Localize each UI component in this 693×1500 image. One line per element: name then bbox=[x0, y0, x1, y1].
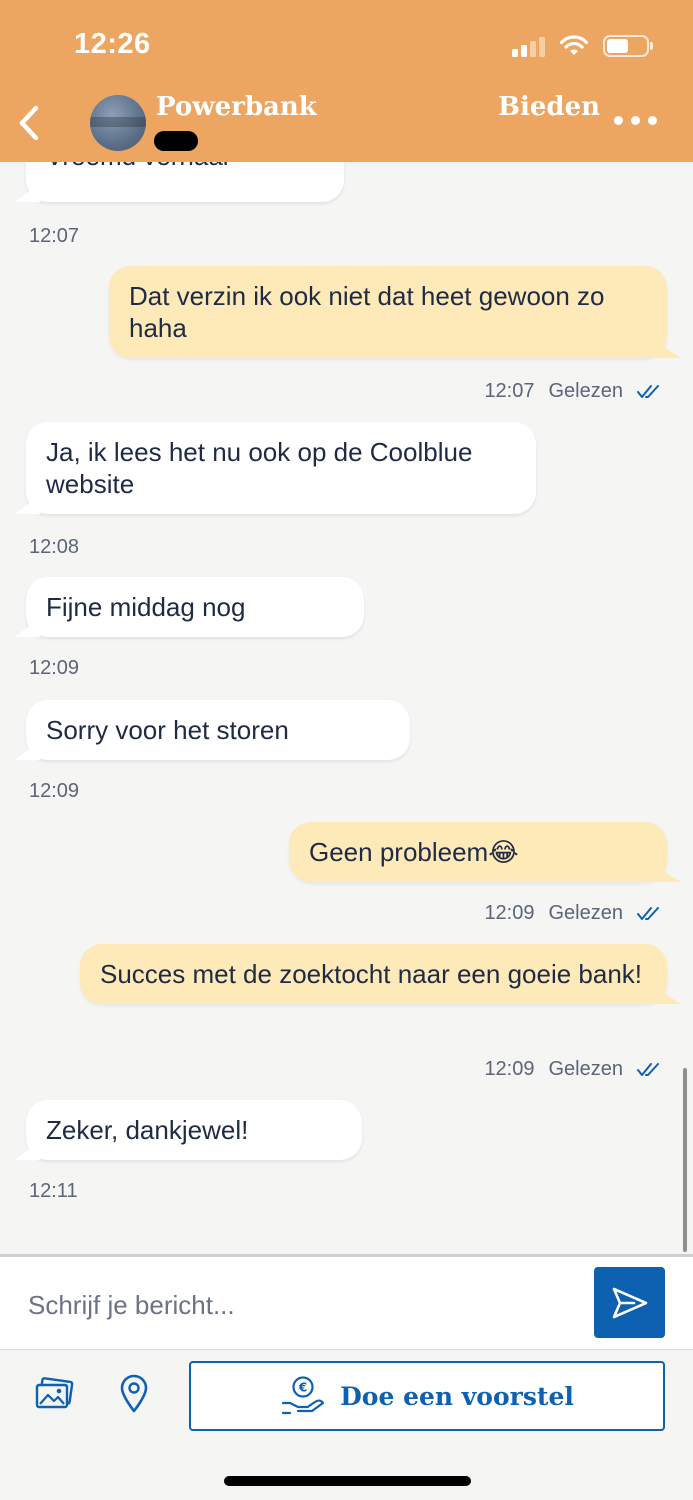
money-hand-icon: € bbox=[282, 1376, 325, 1415]
message-outgoing: Geen probleem😂 bbox=[289, 822, 667, 882]
read-status: Gelezen bbox=[548, 380, 624, 402]
chat-scrollbar[interactable] bbox=[683, 1068, 687, 1252]
status-icons bbox=[512, 32, 653, 60]
read-check-icon bbox=[637, 384, 659, 398]
message-text: Zeker, dankjewel! bbox=[46, 1115, 249, 1145]
read-status: Gelezen bbox=[548, 1058, 624, 1080]
make-offer-label: Doe een voorstel bbox=[340, 1381, 574, 1411]
message-text: Sorry voor het storen bbox=[46, 715, 289, 745]
gallery-icon bbox=[35, 1377, 74, 1409]
message-incoming: Ja, ik lees het nu ook op de Coolblue we… bbox=[26, 422, 536, 514]
signal-icon bbox=[512, 35, 545, 57]
location-button[interactable] bbox=[112, 1372, 156, 1416]
read-check-icon bbox=[637, 1062, 659, 1076]
more-options-icon[interactable] bbox=[614, 116, 657, 125]
message-text: Succes met de zoektocht naar een goeie b… bbox=[100, 959, 643, 989]
message-input[interactable] bbox=[28, 1287, 568, 1323]
message-incoming: Fijne middag nog bbox=[26, 577, 364, 637]
message-incoming: Vreemd verhaal bbox=[26, 162, 344, 202]
home-indicator[interactable] bbox=[224, 1476, 471, 1486]
message-time: 12:07 bbox=[484, 380, 535, 402]
message-text: Fijne middag nog bbox=[46, 592, 246, 622]
app-header: 12:26 Powerbank Bieden bbox=[0, 0, 693, 162]
bid-button[interactable]: Bieden bbox=[498, 92, 600, 122]
message-meta: 12:09 Gelezen bbox=[484, 1058, 663, 1081]
back-arrow-icon[interactable] bbox=[14, 104, 44, 142]
message-incoming: Sorry voor het storen bbox=[26, 700, 410, 760]
action-bar: € Doe een voorstel bbox=[0, 1349, 693, 1441]
message-outgoing: Succes met de zoektocht naar een goeie b… bbox=[80, 944, 667, 1004]
message-text: Ja, ik lees het nu ook op de Coolblue we… bbox=[46, 437, 473, 499]
message-text: Geen probleem😂 bbox=[309, 837, 519, 867]
message-time: 12:09 bbox=[29, 780, 80, 802]
avatar[interactable] bbox=[90, 95, 146, 151]
composer bbox=[0, 1257, 693, 1349]
svg-text:€: € bbox=[298, 1381, 307, 1395]
message-time: 12:09 bbox=[484, 902, 535, 924]
message-time: 12:07 bbox=[29, 225, 80, 247]
send-button[interactable] bbox=[594, 1267, 665, 1338]
message-list[interactable]: Vreemd verhaal 12:07 Dat verzin ik ook n… bbox=[0, 162, 693, 1256]
gallery-button[interactable] bbox=[32, 1372, 76, 1416]
status-time: 12:26 bbox=[74, 28, 151, 60]
message-time: 12:09 bbox=[29, 657, 80, 679]
wifi-icon bbox=[559, 35, 589, 55]
message-outgoing: Dat verzin ik ook niet dat heet gewoon z… bbox=[109, 266, 667, 358]
message-text: Dat verzin ik ook niet dat heet gewoon z… bbox=[129, 281, 605, 343]
send-icon bbox=[612, 1287, 647, 1318]
read-status: Gelezen bbox=[548, 902, 624, 924]
message-meta: 12:07 Gelezen bbox=[484, 380, 663, 403]
message-text: Vreemd verhaal bbox=[46, 162, 229, 171]
message-time: 12:11 bbox=[29, 1180, 78, 1202]
message-time: 12:09 bbox=[484, 1058, 535, 1080]
battery-icon bbox=[603, 35, 653, 57]
message-meta: 12:09 Gelezen bbox=[484, 902, 663, 925]
location-pin-icon bbox=[120, 1374, 148, 1413]
message-time: 12:08 bbox=[29, 536, 80, 558]
make-offer-button[interactable]: € Doe een voorstel bbox=[189, 1361, 665, 1431]
chat-title[interactable]: Powerbank bbox=[156, 92, 317, 122]
message-incoming: Zeker, dankjewel! bbox=[26, 1100, 362, 1160]
read-check-icon bbox=[637, 906, 659, 920]
redacted-username bbox=[154, 131, 198, 151]
